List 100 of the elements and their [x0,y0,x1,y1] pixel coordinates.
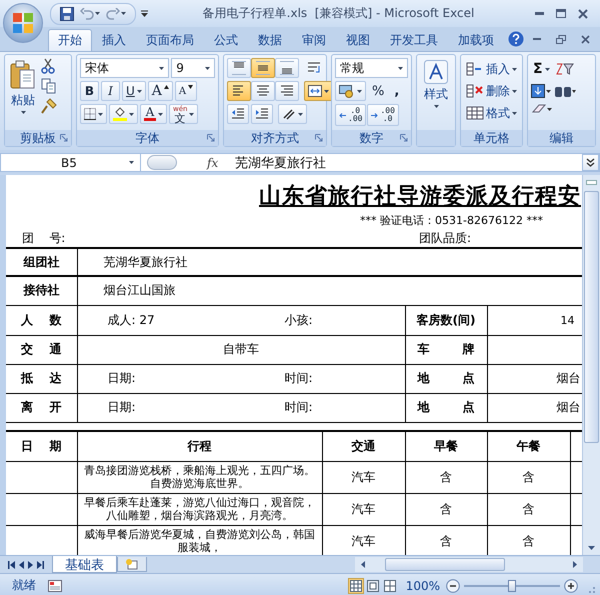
font-name-field[interactable]: 宋体 [80,58,170,78]
increase-indent-button[interactable] [251,104,273,124]
ribbon-tab[interactable]: 审阅 [292,29,336,51]
insert-function-button[interactable]: fx [207,156,229,170]
paste-button[interactable]: 粘贴 [8,58,38,127]
delete-cells-button[interactable]: 删除 [464,80,519,102]
table-cell: 人 数 [6,305,77,335]
comma-style-button[interactable]: , [390,81,404,101]
ribbon-tab[interactable]: 开始 [48,29,92,51]
align-button[interactable] [227,58,251,78]
next-sheet-icon[interactable] [28,560,33,568]
insert-sheet-button[interactable] [117,557,147,572]
horizontal-scrollbar[interactable] [355,557,583,572]
italic-button[interactable]: I [101,81,120,101]
page-break-view-icon [384,580,396,592]
zoom-out-button[interactable] [446,578,460,592]
accounting-format-button[interactable] [335,81,366,101]
macro-record-icon[interactable] [48,580,62,592]
group-label: 单元格 [474,130,510,146]
dialog-launcher-icon[interactable] [60,134,68,142]
restore-icon [556,34,566,44]
align-button[interactable] [251,81,275,101]
align-button[interactable] [275,81,299,101]
ribbon-tab[interactable]: 页面布局 [136,29,204,51]
caret-icon [95,12,100,15]
view-button[interactable] [348,578,364,594]
ribbon-tab[interactable]: 数据 [248,29,292,51]
shrink-font-button[interactable]: A [174,81,198,101]
first-sheet-icon[interactable] [8,560,15,568]
formula-content[interactable]: 芜湖华夏旅行社 [229,154,582,172]
decrease-indent-button[interactable] [227,104,249,124]
arrow-right-icon [371,112,378,118]
align-button[interactable] [275,58,299,78]
fill-color-button[interactable] [109,104,138,124]
borders-button[interactable] [80,104,107,124]
caret-icon [512,68,517,70]
insert-cells-button[interactable]: 插入 [464,58,519,80]
number-format-field[interactable]: 常规 [335,58,408,78]
ribbon-tab[interactable]: 公式 [204,29,248,51]
scroll-left-icon [361,561,365,568]
save-button[interactable] [59,4,75,22]
dialog-launcher-icon[interactable] [400,134,408,142]
vertical-scrollbar[interactable] [582,175,600,555]
font-color-button[interactable]: A [140,104,167,124]
wrap-text-icon[interactable] [307,61,323,75]
up-triangle-icon [164,85,169,89]
ribbon-tab[interactable]: 视图 [336,29,380,51]
merge-center-button[interactable] [304,81,333,101]
ribbon-tab[interactable]: 插入 [92,29,136,51]
bold-button[interactable]: B [80,81,99,101]
dialog-launcher-icon[interactable] [207,134,215,142]
table-cell: 汽车 [322,493,405,525]
grow-font-button[interactable]: A [148,81,173,101]
minimize-icon [534,12,544,15]
office-logo-icon [12,12,34,34]
scroll-down-icon [588,546,595,550]
underline-button[interactable]: U [122,81,146,101]
group-footer [417,130,455,146]
help-icon[interactable] [508,31,524,47]
caret-icon [20,111,26,114]
align-button[interactable] [251,58,275,78]
view-button[interactable] [382,578,398,594]
table-cell: 时间: [284,399,313,416]
last-sheet-icon[interactable] [37,560,44,568]
undo-icon [80,8,94,20]
view-button[interactable] [364,578,381,594]
fill-down-icon[interactable] [531,84,551,98]
ribbon-tab[interactable]: 加载项 [448,29,504,51]
table-cell: 小孩: [284,312,313,328]
cut-icon[interactable] [41,58,55,74]
font-size-field[interactable]: 9 [171,58,215,78]
table-cell: 组团社 [6,248,77,276]
dialog-launcher-icon[interactable] [315,134,323,142]
ribbon-tab[interactable]: 开发工具 [380,29,448,51]
formula-toggle-button[interactable] [147,155,177,170]
table-cell: 接待社 [6,276,77,305]
sort-filter-icon[interactable] [554,62,575,76]
slider-thumb[interactable] [508,580,516,592]
copy-icon[interactable] [41,78,57,94]
decrease-decimal-button[interactable]: .00 .0 [367,104,399,126]
format-cells-button[interactable]: 格式 [464,102,519,124]
caret-icon [512,90,517,92]
autosum-button[interactable]: Σ [531,58,552,80]
zoom-level[interactable]: 100% [406,578,440,592]
orientation-button[interactable] [278,104,307,124]
zoom-in-button[interactable] [564,578,578,592]
table-cell: 含 [487,461,570,493]
grid-view-icon [350,580,362,592]
name-box[interactable]: B5 [1,154,141,171]
styles-button[interactable]: 样式 [422,58,450,127]
previous-sheet-icon[interactable] [19,560,24,568]
indent-icon [255,108,269,120]
percent-button[interactable]: % [368,81,388,101]
increase-decimal-button[interactable]: .0 .00 [335,104,366,126]
table-cell: 汽车 [322,461,405,493]
binoculars-icon[interactable] [554,84,576,98]
sheet-tab[interactable]: 基础表 [52,556,117,573]
align-button[interactable] [227,81,251,101]
table-cell: 早餐 [405,431,487,461]
expand-formula-button[interactable] [582,154,599,171]
